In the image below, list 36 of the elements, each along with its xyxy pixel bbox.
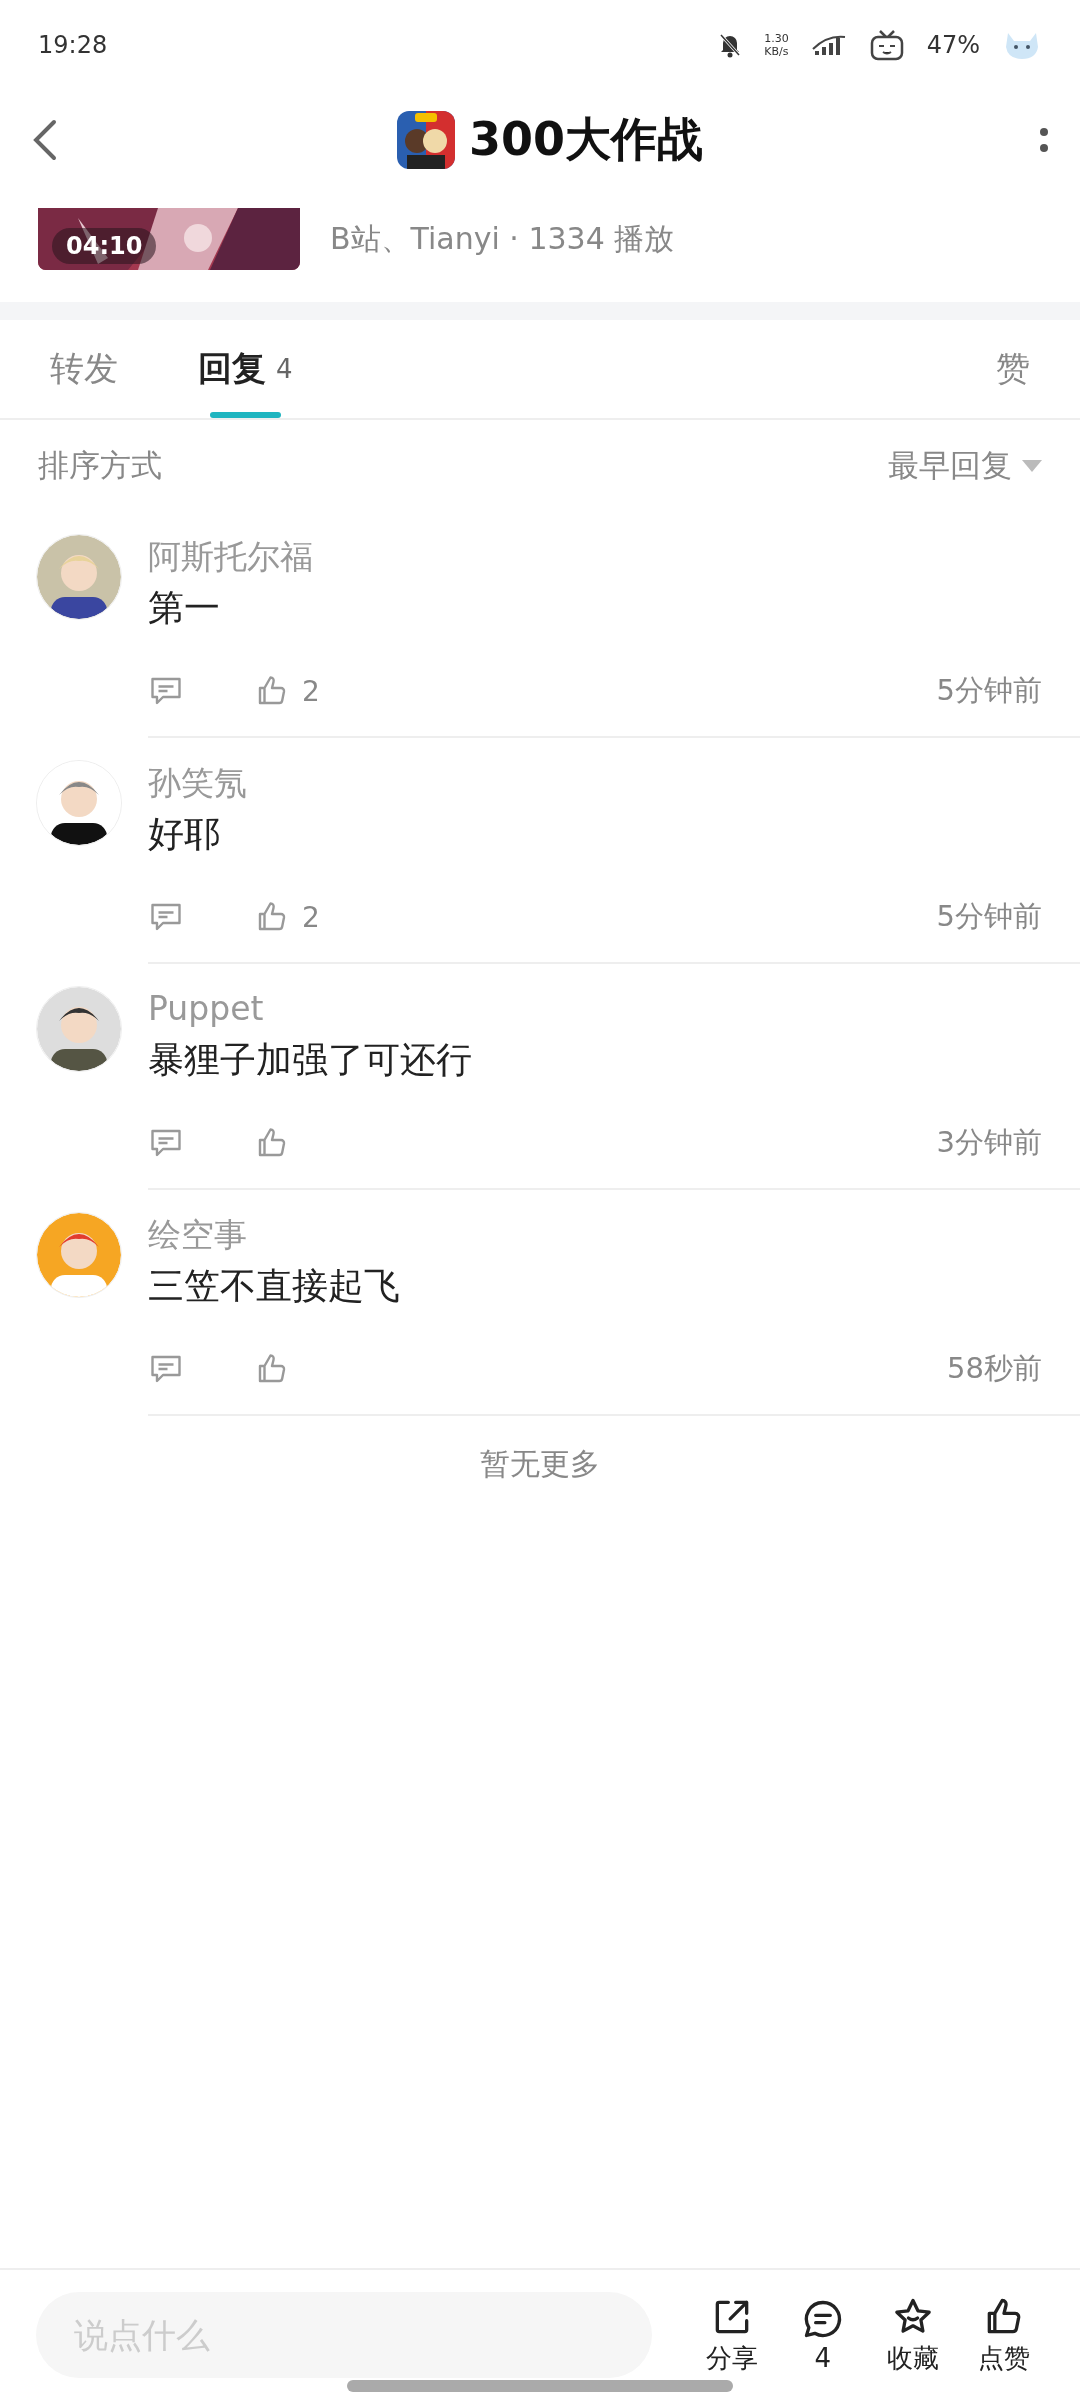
share-button[interactable]: 分享 <box>692 2294 773 2376</box>
like-button[interactable]: 点赞 <box>963 2294 1044 2376</box>
network-speed: 1.30 KB/s <box>764 32 789 58</box>
like-count: 2 <box>302 900 320 934</box>
game-icon <box>397 111 455 169</box>
signal-icon <box>810 33 847 57</box>
clock: 19:28 <box>38 31 108 59</box>
comment-text: 三笠不直接起飞 <box>148 1264 401 1308</box>
tab[interactable]: 转发 <box>50 320 118 418</box>
page-title: 300大作战 <box>469 111 703 168</box>
user-name: Puppet <box>148 988 265 1030</box>
no-more-text: 暂无更多 <box>480 1445 600 1483</box>
video-meta: B站、Tianyi · 1334 播放 <box>330 220 675 258</box>
tab[interactable]: 回复 4 <box>198 320 293 418</box>
sort-dropdown[interactable]: 最早回复 <box>888 445 1042 487</box>
comment-button[interactable]: 4 <box>782 2297 863 2373</box>
battery-level: 47% <box>926 31 980 59</box>
like-count: 2 <box>302 674 320 708</box>
bell-muted-icon <box>718 32 743 58</box>
tab[interactable]: 赞 <box>996 320 1030 418</box>
comment-text: 好耶 <box>148 812 221 856</box>
comment-time: 3分钟前 <box>936 1124 1042 1161</box>
video-duration: 04:10 <box>52 228 157 264</box>
comment-time: 5分钟前 <box>936 898 1042 935</box>
reply-count: 4 <box>276 354 293 384</box>
comment-time: 58秒前 <box>947 1350 1042 1387</box>
user-name: 孙笑氖 <box>148 762 248 804</box>
sort-label: 排序方式 <box>38 446 162 485</box>
favorite-button[interactable]: 收藏 <box>873 2294 954 2376</box>
caret-icon <box>1022 460 1042 472</box>
tv-mascot-icon <box>868 29 905 61</box>
user-name: 绘空事 <box>148 1214 248 1256</box>
user-name: 阿斯托尔福 <box>148 536 314 578</box>
comment-text: 暴狸子加强了可还行 <box>148 1038 473 1082</box>
comment-time: 5分钟前 <box>936 672 1042 709</box>
comment-text: 第一 <box>148 586 221 630</box>
